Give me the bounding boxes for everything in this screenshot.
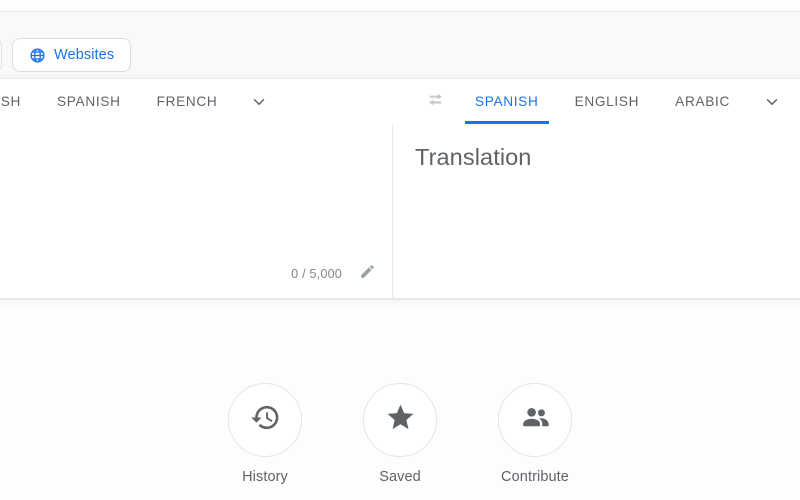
source-tab-french[interactable]: FRENCH <box>139 79 236 124</box>
source-tab-spanish[interactable]: SPANISH <box>39 79 139 124</box>
source-more-languages-button[interactable] <box>235 79 283 124</box>
globe-icon <box>29 47 46 64</box>
history-button[interactable]: History <box>227 383 303 485</box>
character-counter: 0 / 5,000 <box>291 267 342 281</box>
target-tab-spanish[interactable]: SPANISH <box>457 79 557 124</box>
saved-button-circle <box>363 383 437 457</box>
contribute-button-label: Contribute <box>501 469 569 485</box>
source-language-bar: LISH SPANISH FRENCH <box>0 79 422 124</box>
target-language-tabs: SPANISH ENGLISH ARABIC <box>457 79 796 124</box>
saved-button[interactable]: Saved <box>362 383 438 485</box>
source-footer: 0 / 5,000 <box>291 263 378 285</box>
websites-chip-label: Websites <box>54 47 114 63</box>
chip-row: Websites <box>0 38 131 72</box>
target-more-languages-button[interactable] <box>748 79 796 124</box>
chip-partial-left[interactable] <box>0 38 2 72</box>
chevron-down-icon <box>763 93 781 111</box>
header-band: Websites <box>0 11 800 78</box>
swap-languages-icon <box>425 89 446 115</box>
source-text-input[interactable] <box>0 142 368 255</box>
history-icon <box>250 402 281 438</box>
translate-card: LISH SPANISH FRENCH <box>0 78 800 298</box>
target-pane: Translation <box>393 124 800 299</box>
target-language-bar: SPANISH ENGLISH ARABIC <box>393 79 800 124</box>
websites-chip[interactable]: Websites <box>12 38 131 72</box>
chevron-down-icon <box>250 93 268 111</box>
history-button-label: History <box>242 469 288 485</box>
pencil-icon <box>359 263 376 285</box>
people-icon <box>520 402 551 438</box>
source-pane: 0 / 5,000 <box>0 124 393 299</box>
contribute-button-circle <box>498 383 572 457</box>
saved-button-label: Saved <box>379 469 421 485</box>
google-translate-page: Websites LISH SPANISH FRENCH <box>0 0 800 500</box>
target-tab-arabic[interactable]: ARABIC <box>657 79 748 124</box>
translate-panes: 0 / 5,000 Translation <box>0 124 800 299</box>
star-icon <box>385 402 416 438</box>
swap-languages-button[interactable] <box>415 82 455 122</box>
history-button-circle <box>228 383 302 457</box>
quick-actions: History Saved <box>0 383 800 485</box>
handwriting-input-button[interactable] <box>356 263 378 285</box>
target-tab-english[interactable]: ENGLISH <box>557 79 658 124</box>
source-tab-english[interactable]: LISH <box>0 79 39 124</box>
translation-placeholder: Translation <box>415 144 531 171</box>
source-language-tabs: LISH SPANISH FRENCH <box>0 79 283 124</box>
contribute-button[interactable]: Contribute <box>497 383 573 485</box>
